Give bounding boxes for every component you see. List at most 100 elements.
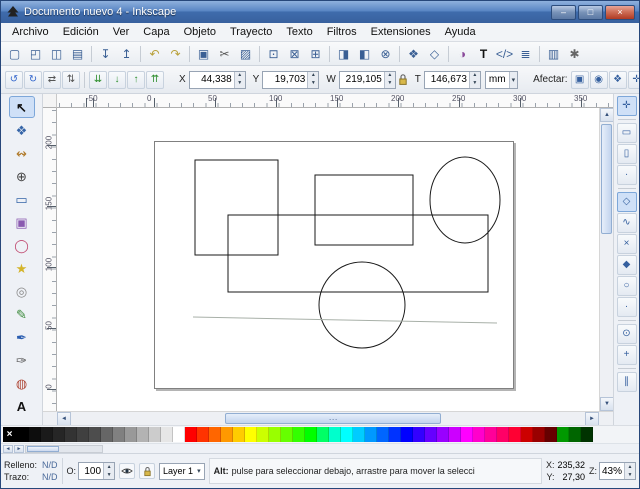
undo-button[interactable]: ↶: [144, 43, 165, 64]
opacity-input[interactable]: [79, 463, 103, 479]
drawn-rectangle-2[interactable]: [315, 175, 413, 245]
color-swatch[interactable]: [149, 427, 161, 442]
import-image-button[interactable]: ↧: [95, 43, 116, 64]
color-swatch[interactable]: [101, 427, 113, 442]
unit-dropdown[interactable]: mm ▾: [485, 71, 518, 89]
affect-scale-stroke-button[interactable]: ▣: [571, 71, 589, 89]
color-swatch[interactable]: [425, 427, 437, 442]
color-swatch[interactable]: [569, 427, 581, 442]
x-input[interactable]: [190, 72, 234, 88]
color-swatch[interactable]: [65, 427, 77, 442]
xml-editor-button[interactable]: </>: [494, 43, 515, 64]
color-swatch[interactable]: [533, 427, 545, 442]
snap-object-centers-button[interactable]: ⊙: [617, 324, 637, 344]
color-swatch[interactable]: [137, 427, 149, 442]
drawn-circle-1[interactable]: [319, 262, 405, 348]
width-field[interactable]: ▲▼: [339, 71, 396, 89]
zoom-tool-button[interactable]: ⊕: [9, 165, 35, 187]
color-swatch[interactable]: [329, 427, 341, 442]
palette-scroll-thumb[interactable]: [27, 446, 59, 452]
snap-smooth-nodes-button[interactable]: ○: [617, 276, 637, 296]
unlink-clone-button[interactable]: ⊗: [375, 43, 396, 64]
menu-capa[interactable]: Capa: [136, 24, 176, 40]
redo-button[interactable]: ↷: [165, 43, 186, 64]
rotate-90-ccw-button[interactable]: ↺: [5, 71, 23, 89]
palette-scroll-right-button[interactable]: ►: [14, 445, 24, 453]
horizontal-ruler[interactable]: -50050100150200250300350: [57, 94, 613, 108]
box-3d-tool-button[interactable]: ▣: [9, 211, 35, 233]
menu-extensiones[interactable]: Extensiones: [364, 24, 438, 40]
snap-rotation-centers-button[interactable]: +: [617, 345, 637, 365]
color-swatch[interactable]: [485, 427, 497, 442]
flip-horizontal-button[interactable]: ⇄: [43, 71, 61, 89]
spin-up-icon[interactable]: ▲: [470, 72, 480, 80]
width-input[interactable]: [340, 72, 384, 88]
affect-scale-corners-button[interactable]: ◉: [590, 71, 608, 89]
star-tool-button[interactable]: ★: [9, 257, 35, 279]
node-editor-tool-button[interactable]: ❖: [9, 119, 35, 141]
color-swatch[interactable]: [341, 427, 353, 442]
snap-enable-button[interactable]: ✛: [617, 96, 637, 116]
text-dialog-button[interactable]: T: [473, 43, 494, 64]
pen-tool-button[interactable]: ✒: [9, 326, 35, 348]
vertical-scrollbar[interactable]: ▲ ▼: [599, 108, 613, 411]
lock-width-height-button[interactable]: [398, 71, 408, 89]
save-document-button[interactable]: ◫: [46, 43, 67, 64]
group-objects-button[interactable]: ❖: [403, 43, 424, 64]
snap-paths-button[interactable]: ∿: [617, 213, 637, 233]
new-document-button[interactable]: ▢: [4, 43, 25, 64]
rotate-90-cw-button[interactable]: ↻: [24, 71, 42, 89]
ellipse-tool-button[interactable]: ◯: [9, 234, 35, 256]
color-swatch[interactable]: [293, 427, 305, 442]
opacity-spinner[interactable]: ▲▼: [103, 463, 114, 479]
menu-filtros[interactable]: Filtros: [320, 24, 364, 40]
selector-tool-button[interactable]: ↖: [9, 96, 35, 118]
maximize-button[interactable]: □: [578, 5, 603, 20]
fill-stroke-indicator[interactable]: Relleno: N/D Trazo: N/D: [4, 460, 58, 482]
color-swatch[interactable]: [197, 427, 209, 442]
minimize-button[interactable]: –: [551, 5, 576, 20]
horizontal-scroll-thumb[interactable]: ⋯: [225, 413, 441, 424]
drawn-square-1[interactable]: [195, 160, 278, 255]
layer-dropdown[interactable]: Layer 1 ▾: [159, 463, 205, 480]
color-swatch[interactable]: [377, 427, 389, 442]
zoom-to-fit-page-button[interactable]: ⊞: [305, 43, 326, 64]
y-spinner[interactable]: ▲▼: [307, 72, 318, 88]
drawn-line-1[interactable]: [193, 317, 497, 323]
close-button[interactable]: ×: [605, 5, 635, 20]
scroll-left-button[interactable]: ◄: [57, 412, 71, 426]
duplicate-button[interactable]: ◨: [333, 43, 354, 64]
scroll-right-button[interactable]: ►: [585, 412, 599, 426]
palette-scrollbar[interactable]: ◄ ►: [1, 443, 639, 453]
print-document-button[interactable]: ▤: [67, 43, 88, 64]
tweak-tool-button[interactable]: ↭: [9, 142, 35, 164]
menu-trayecto[interactable]: Trayecto: [223, 24, 279, 40]
snap-bbox-edges-button[interactable]: ▯: [617, 144, 637, 164]
drawn-ellipse-1[interactable]: [430, 157, 500, 243]
affect-move-gradients-button[interactable]: ❖: [609, 71, 627, 89]
color-swatch[interactable]: [449, 427, 461, 442]
menu-edicion[interactable]: Edición: [56, 24, 106, 40]
vertical-scroll-thumb[interactable]: [601, 124, 612, 234]
color-swatch[interactable]: [557, 427, 569, 442]
zoom-field[interactable]: ▲▼: [599, 462, 636, 480]
opacity-field[interactable]: ▲▼: [78, 462, 115, 480]
snap-nodes-button[interactable]: ◇: [617, 192, 637, 212]
spin-down-icon[interactable]: ▼: [104, 471, 114, 479]
palette-scroll-track[interactable]: [25, 445, 103, 453]
color-swatch[interactable]: [185, 427, 197, 442]
color-swatch[interactable]: [581, 427, 593, 442]
spin-down-icon[interactable]: ▼: [235, 80, 245, 88]
color-swatch[interactable]: [173, 427, 185, 442]
snap-bbox-corners-button[interactable]: ∙: [617, 165, 637, 185]
layer-visibility-button[interactable]: [119, 463, 135, 479]
paste-button[interactable]: ▨: [235, 43, 256, 64]
color-swatch[interactable]: [521, 427, 533, 442]
color-swatch[interactable]: [209, 427, 221, 442]
color-swatch[interactable]: [365, 427, 377, 442]
horizontal-scroll-track[interactable]: ⋯: [71, 412, 585, 425]
height-spinner[interactable]: ▲▼: [469, 72, 480, 88]
spin-down-icon[interactable]: ▼: [385, 80, 395, 88]
x-field[interactable]: ▲▼: [189, 71, 246, 89]
color-swatch[interactable]: [17, 427, 29, 442]
